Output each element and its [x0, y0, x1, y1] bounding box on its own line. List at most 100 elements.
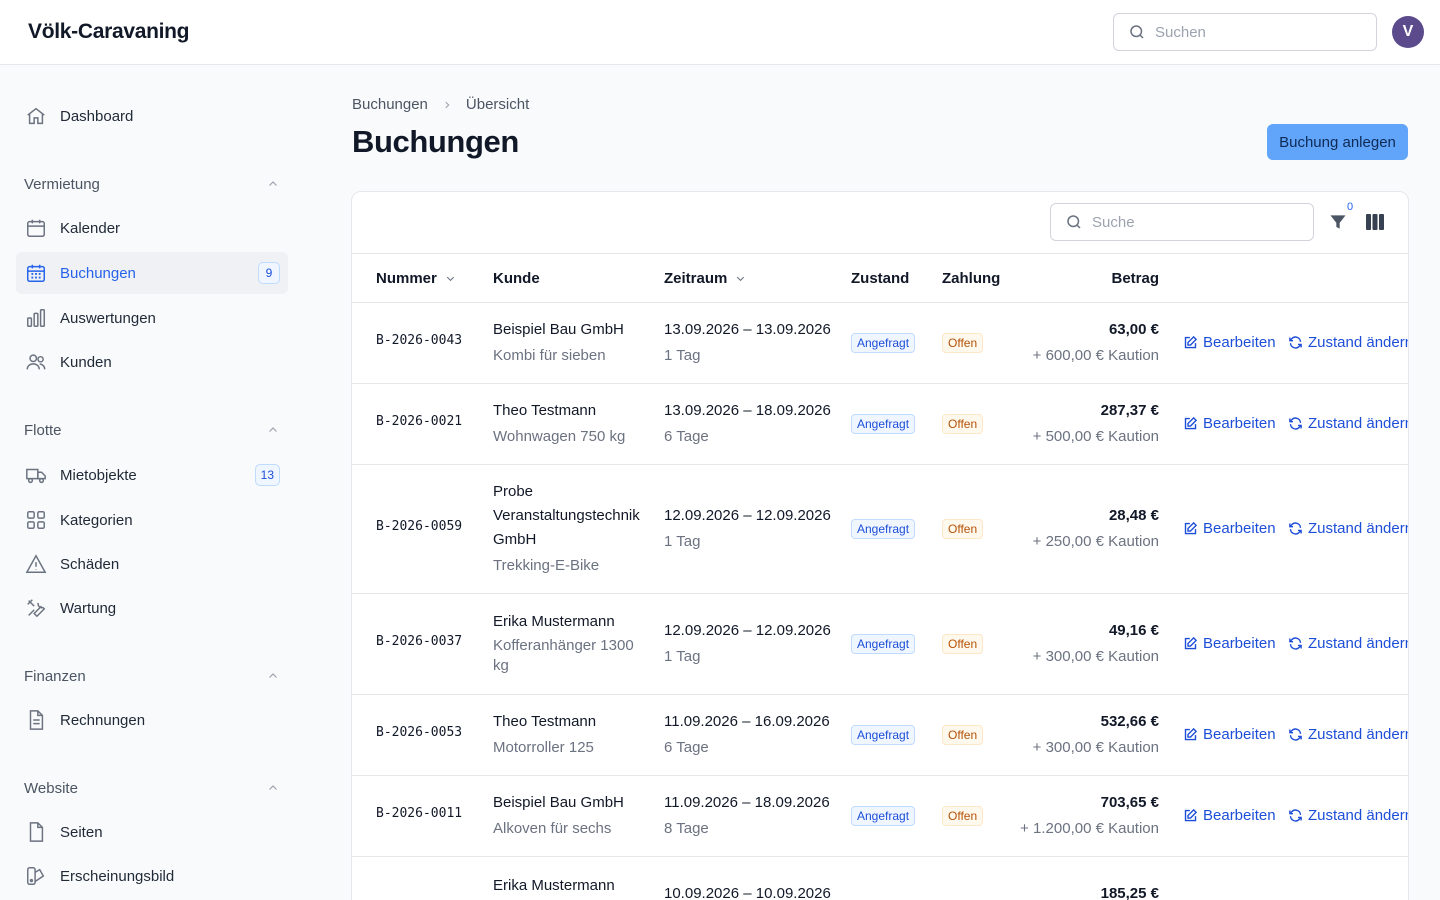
period-cell: 12.09.2026 – 12.09.2026 1 Tag	[664, 503, 831, 555]
page-icon	[24, 820, 48, 844]
customer-cell: Theo Testmann Motorroller 125	[493, 710, 653, 760]
sidebar-section-finanzen[interactable]: Finanzen	[24, 665, 280, 687]
sidebar-item-erscheinungsbild[interactable]: Erscheinungsbild	[16, 855, 288, 897]
edit-button[interactable]: Bearbeiten	[1183, 415, 1276, 432]
create-booking-button[interactable]: Buchung anlegen	[1267, 124, 1408, 160]
edit-button[interactable]: Bearbeiten	[1183, 334, 1276, 351]
state-badge: Angefragt	[851, 333, 916, 353]
table-row: B-2026-0053 Theo Testmann Motorroller 12…	[352, 695, 1408, 776]
sidebar-item-buchungen[interactable]: Buchungen 9	[16, 252, 288, 294]
customer-cell: Probe Veranstaltungstechnik GmbH Trekkin…	[493, 480, 653, 578]
booking-number[interactable]: B-2026-0037	[376, 634, 462, 649]
column-header-zeitraum[interactable]: Zeitraum	[664, 270, 746, 287]
period-cell: 13.09.2026 – 13.09.2026 1 Tag	[664, 317, 831, 369]
edit-button[interactable]: Bearbeiten	[1183, 520, 1276, 537]
column-header-nummer[interactable]: Nummer	[376, 270, 456, 287]
booking-number[interactable]: B-2026-0059	[376, 519, 462, 534]
table-search[interactable]	[1050, 203, 1314, 241]
period-dates: 11.09.2026 – 18.09.2026	[664, 794, 830, 811]
period-dates: 10.09.2026 – 10.09.2026	[664, 885, 831, 900]
sidebar-item-seiten[interactable]: Seiten	[16, 811, 288, 853]
amount-cell: 185,25 €	[972, 881, 1159, 900]
filter-count-badge: 0	[1347, 201, 1354, 213]
change-state-label: Zustand ändern	[1308, 635, 1409, 652]
booking-number[interactable]: B-2026-0021	[376, 414, 462, 429]
column-label: Kunde	[493, 270, 540, 287]
sidebar-item-label: Mietobjekte	[60, 466, 137, 484]
sidebar-item-label: Auswertungen	[60, 309, 156, 327]
change-state-label: Zustand ändern	[1308, 334, 1409, 351]
booking-number[interactable]: B-2026-0011	[376, 806, 462, 821]
filter-icon[interactable]	[1328, 212, 1348, 232]
edit-button[interactable]: Bearbeiten	[1183, 807, 1276, 824]
change-state-button[interactable]: Zustand ändern	[1288, 520, 1409, 537]
period-duration: 8 Tage	[664, 820, 709, 837]
rental-object: Trekking-E-Bike	[493, 557, 600, 574]
section-label: Flotte	[24, 421, 62, 439]
sidebar-item-rechnungen[interactable]: Rechnungen	[16, 699, 288, 741]
period-cell: 11.09.2026 – 18.09.2026 8 Tage	[664, 790, 830, 842]
section-label: Finanzen	[24, 667, 86, 685]
section-label: Vermietung	[24, 175, 100, 193]
amount-price: 287,37 €	[1100, 402, 1159, 419]
column-header-betrag: Betrag	[972, 270, 1159, 287]
global-search[interactable]	[1113, 13, 1377, 51]
sidebar-section-flotte[interactable]: Flotte	[24, 419, 280, 441]
booking-number[interactable]: B-2026-0043	[376, 333, 462, 348]
edit-button[interactable]: Bearbeiten	[1183, 635, 1276, 652]
sidebar-section-vermietung[interactable]: Vermietung	[24, 173, 280, 195]
table-search-input[interactable]	[1092, 213, 1313, 231]
sidebar-item-label: Dashboard	[60, 107, 134, 125]
sidebar-item-auswertungen[interactable]: Auswertungen	[16, 297, 288, 339]
user-avatar[interactable]: V	[1392, 16, 1424, 48]
rental-object: Alkoven für sechs	[493, 820, 612, 837]
customer-name: Theo Testmann	[493, 402, 597, 419]
app-brand[interactable]: Völk-Caravaning	[28, 20, 190, 44]
change-state-button[interactable]: Zustand ändern	[1288, 334, 1409, 351]
period-cell: 13.09.2026 – 18.09.2026 6 Tage	[664, 398, 831, 450]
period-dates: 12.09.2026 – 12.09.2026	[664, 622, 831, 639]
sidebar-item-wartung[interactable]: Wartung	[16, 587, 288, 629]
change-state-button[interactable]: Zustand ändern	[1288, 726, 1408, 743]
squares-icon	[24, 508, 48, 532]
column-label: Zeitraum	[664, 270, 728, 287]
sidebar-item-kategorien[interactable]: Kategorien	[16, 499, 288, 541]
sidebar-item-schaeden[interactable]: Schäden	[16, 543, 288, 585]
calendar-grid-icon	[24, 261, 48, 285]
wrench-icon	[24, 596, 48, 620]
table-row: B-2026-0011 Beispiel Bau GmbH Alkoven fü…	[352, 776, 1408, 857]
change-state-label: Zustand ändern	[1308, 415, 1409, 432]
sidebar-item-mietobjekte[interactable]: Mietobjekte 13	[16, 454, 288, 496]
chevron-right-icon	[442, 100, 452, 110]
change-state-button[interactable]: Zustand ändern	[1288, 807, 1408, 824]
sidebar-item-label: Kalender	[60, 219, 121, 237]
edit-icon	[1183, 335, 1198, 350]
calendar-icon	[24, 216, 48, 240]
amount-price: 185,25 €	[1100, 885, 1159, 900]
sidebar-item-kalender[interactable]: Kalender	[16, 207, 288, 249]
period-dates: 11.09.2026 – 16.09.2026	[664, 713, 830, 730]
period-cell: 10.09.2026 – 10.09.2026	[664, 881, 831, 900]
change-state-button[interactable]: Zustand ändern	[1288, 635, 1409, 652]
sidebar-item-kunden[interactable]: Kunden	[16, 341, 288, 383]
change-state-label: Zustand ändern	[1308, 520, 1409, 537]
global-search-input[interactable]	[1155, 23, 1376, 41]
edit-button[interactable]: Bearbeiten	[1183, 726, 1276, 743]
period-dates: 13.09.2026 – 18.09.2026	[664, 402, 831, 419]
section-label: Website	[24, 779, 78, 797]
warning-icon	[24, 552, 48, 576]
state-badge: Angefragt	[851, 806, 916, 826]
change-state-button[interactable]: Zustand ändern	[1288, 415, 1409, 432]
breadcrumb-parent[interactable]: Buchungen	[352, 96, 428, 113]
booking-number[interactable]: B-2026-0053	[376, 725, 462, 740]
rental-object: Wohnwagen 750 kg	[493, 428, 626, 445]
customer-cell: Beispiel Bau GmbH Alkoven für sechs	[493, 791, 653, 841]
amount-price: 703,65 €	[1100, 794, 1159, 811]
columns-icon[interactable]	[1365, 213, 1385, 231]
sidebar-section-website[interactable]: Website	[24, 777, 280, 799]
sidebar-item-dashboard[interactable]: Dashboard	[16, 95, 288, 137]
edit-icon	[1183, 416, 1198, 431]
sidebar: Dashboard Vermietung Kalender Buchungen …	[0, 65, 300, 900]
refresh-icon	[1288, 727, 1303, 742]
column-label: Nummer	[376, 270, 437, 287]
